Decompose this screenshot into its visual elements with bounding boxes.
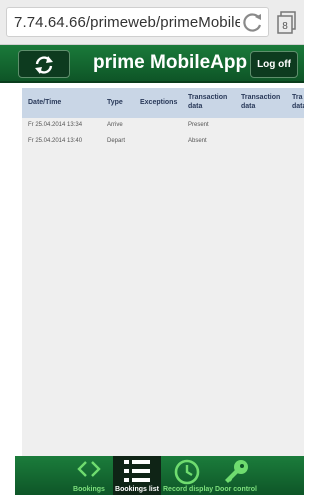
cell-transaction: Absent	[188, 138, 207, 144]
browser-bar: 7.74.64.66/primeweb/primeMobile 8	[0, 0, 304, 45]
code-brackets-icon	[77, 461, 101, 477]
list-icon	[124, 460, 150, 482]
table-row[interactable]: Fr 25.04.2014 13:40 Depart Absent	[22, 138, 304, 152]
key-icon	[225, 460, 248, 483]
column-header-datetime[interactable]: Date/Time	[28, 98, 61, 107]
tab-count: 8	[282, 21, 288, 32]
nav-door-control[interactable]: Door control	[212, 456, 260, 495]
nav-bookings-label: Bookings	[73, 486, 105, 493]
column-header-exceptions[interactable]: Exceptions	[140, 98, 177, 107]
cell-datetime: Fr 25.04.2014 13:34	[28, 122, 83, 128]
nav-record-display[interactable]: Record display	[163, 456, 214, 495]
bookings-list-table: Date/Time Type Exceptions Transaction da…	[22, 88, 304, 456]
nav-record-display-label: Record display	[163, 486, 214, 493]
refresh-icon	[35, 56, 53, 74]
nav-door-control-label: Door control	[215, 486, 257, 493]
cell-transaction: Present	[188, 122, 209, 128]
address-bar[interactable]: 7.74.64.66/primeweb/primeMobile	[6, 7, 269, 37]
column-header-type[interactable]: Type	[107, 98, 123, 107]
bottom-navigation: Bookings Bookings list Record display Do…	[15, 456, 304, 495]
nav-bookings[interactable]: Bookings	[65, 456, 113, 495]
app-title: prime MobileApp	[93, 52, 248, 73]
clock-icon	[174, 459, 200, 485]
column-header-transaction-data-3[interactable]: Tra data	[292, 93, 304, 111]
cell-datetime: Fr 25.04.2014 13:40	[28, 138, 83, 144]
app-header: prime MobileApp Log off	[0, 45, 304, 83]
reload-icon[interactable]	[240, 10, 266, 36]
cell-type: Depart	[107, 138, 126, 144]
column-header-transaction-data-2[interactable]: Transaction data	[241, 93, 285, 111]
url-text[interactable]: 7.74.64.66/primeweb/primeMobile	[14, 14, 243, 31]
column-header-transaction-data[interactable]: Transaction data	[188, 93, 234, 111]
cell-type: Arrive	[107, 122, 123, 128]
nav-bookings-list-label: Bookings list	[115, 486, 159, 493]
log-off-button[interactable]: Log off	[250, 51, 298, 78]
nav-bookings-list[interactable]: Bookings list	[113, 456, 161, 495]
table-header: Date/Time Type Exceptions Transaction da…	[22, 88, 304, 118]
table-row[interactable]: Fr 25.04.2014 13:34 Arrive Present	[22, 122, 304, 136]
tabs-icon[interactable]: 8	[276, 11, 298, 35]
refresh-button[interactable]	[18, 50, 70, 78]
